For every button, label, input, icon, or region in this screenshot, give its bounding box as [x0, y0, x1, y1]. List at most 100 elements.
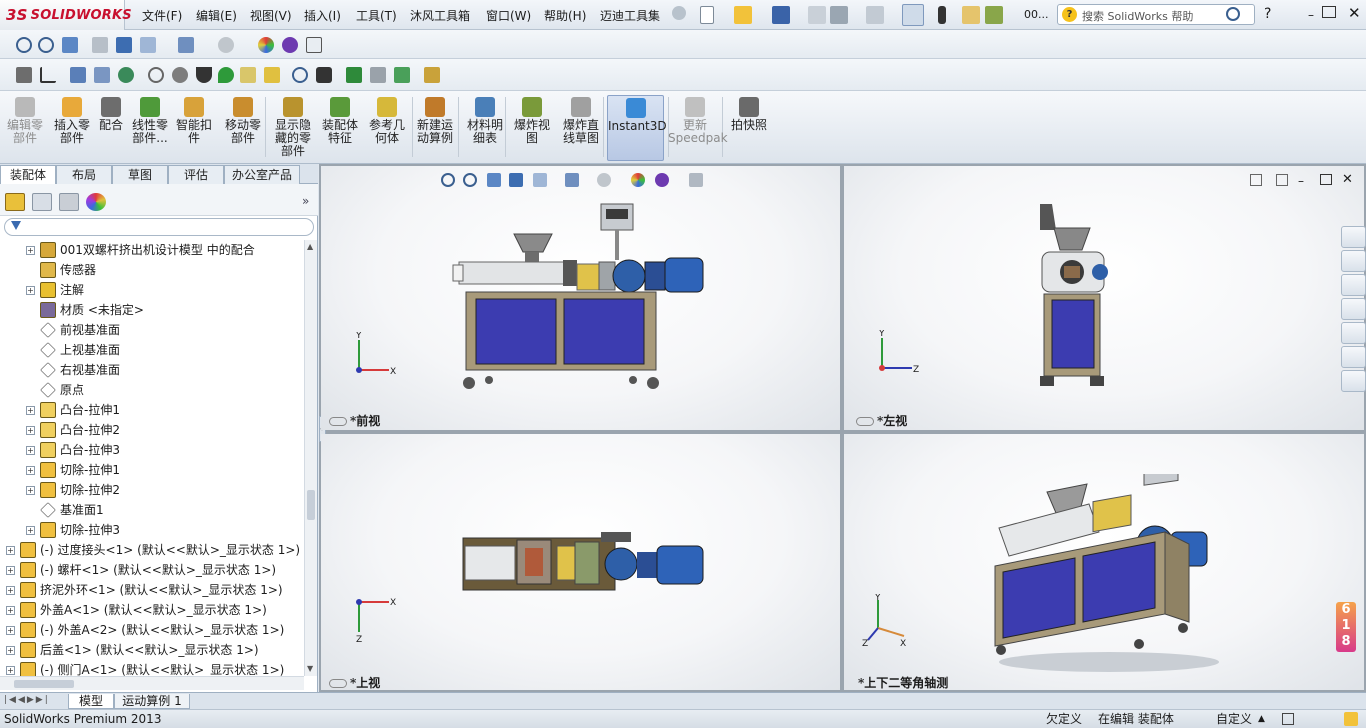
expand-icon[interactable]: + [26, 486, 35, 495]
custom-properties-icon[interactable] [1341, 370, 1366, 392]
search-icon[interactable] [1226, 7, 1240, 21]
expand-icon[interactable]: + [6, 546, 15, 555]
expand-panel-icon[interactable]: » [302, 194, 309, 208]
menu-maidi-tools[interactable]: 迈迪工具集 [600, 7, 660, 24]
model-isometric-view[interactable] [989, 474, 1229, 674]
command-button-3[interactable]: 线性零 部件... [128, 95, 172, 161]
display-style-icon[interactable] [140, 37, 156, 53]
tree-filter-input[interactable] [4, 218, 314, 236]
rebuild-traffic-light-icon[interactable] [938, 6, 946, 24]
tree-node[interactable]: + 切除-拉伸1 [26, 460, 300, 480]
command-button-2[interactable]: 配合 [96, 95, 126, 161]
tab-evaluate[interactable]: 评估 [168, 165, 224, 184]
viewport-left[interactable]: – ✕ Y Z *左视 [844, 166, 1364, 430]
new-document-icon[interactable] [700, 6, 714, 24]
menu-insert[interactable]: 插入(I) [304, 7, 341, 24]
tree-node[interactable]: + 注解 [26, 280, 300, 300]
hud-view-orientation-icon[interactable] [533, 173, 547, 187]
menu-tools[interactable]: 工具(T) [356, 7, 397, 24]
command-button-4[interactable]: 智能扣件 [172, 95, 216, 161]
unit-system-arrow-icon[interactable]: ▲ [1258, 710, 1265, 728]
hide-show-icon[interactable] [178, 37, 194, 53]
excel-icon[interactable] [346, 67, 362, 83]
tab-scroll-arrows-icon[interactable]: |◀◀▶▶| [4, 695, 50, 705]
tree-horizontal-scrollbar[interactable] [0, 676, 304, 690]
hud-scene-icon[interactable] [655, 173, 669, 187]
promo-badge[interactable]: 618 [1336, 602, 1356, 652]
hud-hide-show-icon[interactable] [597, 173, 611, 187]
location-pin-icon[interactable] [218, 67, 234, 83]
expand-icon[interactable]: + [6, 646, 15, 655]
binoculars-icon[interactable] [316, 67, 332, 83]
link-views-icon[interactable] [1250, 174, 1262, 186]
command-button-13[interactable]: Instant3D [607, 95, 667, 161]
tab-sketch[interactable]: 草图 [112, 165, 168, 184]
more-tools[interactable]: 00... [1024, 8, 1049, 21]
tree-node[interactable]: + 挤泥外环<1> (默认<<默认>_显示状态 1>) [6, 580, 300, 600]
expand-icon[interactable]: + [26, 466, 35, 475]
hscroll-thumb[interactable] [14, 680, 74, 688]
command-button-12[interactable]: 爆炸直 线草图 [556, 95, 606, 161]
property-manager-icon[interactable] [32, 193, 52, 211]
zoom-to-fit-icon[interactable] [16, 37, 32, 53]
command-button-6[interactable]: 显示隐 藏的零 部件 [268, 95, 318, 161]
expand-icon[interactable]: + [6, 626, 15, 635]
command-button-8[interactable]: 参考几 何体 [364, 95, 410, 161]
gear-icon[interactable] [148, 67, 164, 83]
model-top-view[interactable] [461, 528, 711, 608]
printer-icon[interactable] [370, 67, 386, 83]
expand-icon[interactable]: + [6, 606, 15, 615]
hud-previous-view-icon[interactable] [487, 173, 501, 187]
zoom-area-icon[interactable] [38, 37, 54, 53]
tree-node[interactable]: 前视基准面 [26, 320, 300, 340]
undo-icon[interactable] [866, 6, 884, 24]
feature-tree-icon[interactable] [5, 193, 25, 211]
spring-icon[interactable] [240, 67, 256, 83]
tree-node[interactable]: + (-) 螺杆<1> (默认<<默认>_显示状态 1>) [6, 560, 300, 580]
unit-system-dropdown[interactable]: 自定义 [1216, 710, 1252, 728]
tree-node[interactable]: 材质 <未指定> [26, 300, 300, 320]
tab-model[interactable]: 模型 [68, 694, 114, 709]
file-explorer-icon[interactable] [1341, 298, 1366, 320]
tab-assembly[interactable]: 装配体 [0, 165, 56, 184]
restore-window-icon[interactable] [1322, 6, 1336, 18]
tree-node[interactable]: + 外盖A<1> (默认<<默认>_显示状态 1>) [6, 600, 300, 620]
tree-node[interactable]: +001双螺杆挤出机设计模型 中的配合 [26, 240, 300, 260]
tree-node[interactable]: + 凸台-拉伸3 [26, 440, 300, 460]
monitor-icon[interactable] [70, 67, 86, 83]
command-button-11[interactable]: 爆炸视图 [510, 95, 554, 161]
tab-motion-study-1[interactable]: 运动算例 1 [114, 694, 190, 709]
dimension-icon[interactable] [40, 67, 56, 83]
tree-node[interactable]: 右视基准面 [26, 360, 300, 380]
zoom-expand-icon[interactable] [306, 37, 322, 53]
single-view-icon[interactable] [1276, 174, 1288, 186]
model-left-view[interactable] [1032, 200, 1122, 395]
section-view-icon[interactable] [92, 37, 108, 53]
magnifier-icon[interactable] [292, 67, 308, 83]
select-arrow-icon[interactable] [902, 4, 924, 26]
tree-node[interactable]: 原点 [26, 380, 300, 400]
scroll-down-icon[interactable]: ▼ [307, 664, 313, 673]
menu-file[interactable]: 文件(F) [142, 7, 182, 24]
appearances-icon[interactable] [1341, 346, 1366, 368]
tree-node[interactable]: + 切除-拉伸3 [26, 520, 300, 540]
spark-icon[interactable] [394, 67, 410, 83]
expand-icon[interactable]: + [6, 666, 15, 675]
open-folder-icon[interactable] [734, 6, 752, 24]
tree-node[interactable]: 上视基准面 [26, 340, 300, 360]
graphics-area[interactable]: ‹ [319, 164, 1366, 692]
apply-scene-icon[interactable] [258, 37, 274, 53]
viewport-restore-icon[interactable] [1320, 174, 1332, 185]
menu-edit[interactable]: 编辑(E) [196, 7, 237, 24]
menu-help[interactable]: 帮助(H) [544, 7, 586, 24]
tree-vertical-scrollbar[interactable]: ▲ ▼ [304, 240, 317, 676]
tab-office-products[interactable]: 办公室产品 [224, 165, 300, 184]
expand-icon[interactable]: + [26, 246, 35, 255]
expand-icon[interactable]: + [26, 406, 35, 415]
tab-layout[interactable]: 布局 [56, 165, 112, 184]
expand-icon[interactable]: + [26, 286, 35, 295]
design-library-icon[interactable] [1341, 274, 1366, 296]
globe-icon[interactable] [118, 67, 134, 83]
save-icon[interactable] [772, 6, 790, 24]
command-button-5[interactable]: 移动零 部件 [220, 95, 266, 161]
